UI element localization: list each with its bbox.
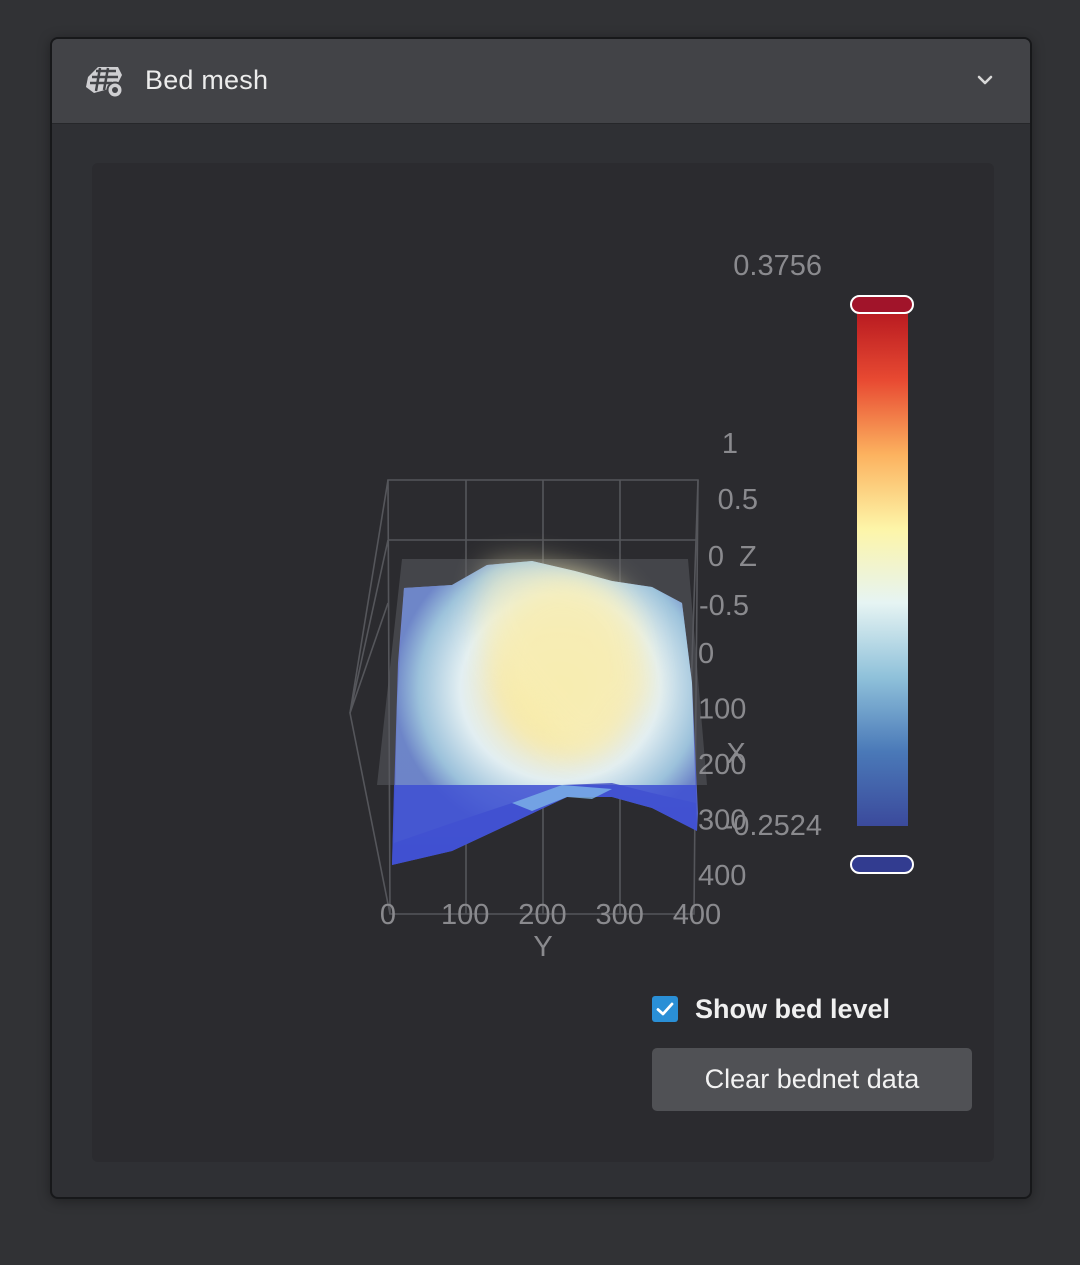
x-axis: 0100200300400 X <box>698 638 746 892</box>
z-tick-label: 0.5 <box>718 484 758 516</box>
x-tick-label: 400 <box>698 860 746 892</box>
x-tick-label: 100 <box>698 694 746 726</box>
bed-mesh-card: Bed mesh 0 100 200 300 400 Y 0 100 200 3… <box>50 37 1032 1199</box>
z-tick-label: -0.5 <box>699 590 749 622</box>
y-axis-label: Y <box>533 931 552 963</box>
colorbar-min-label: -0.2524 <box>724 810 822 842</box>
clear-bednet-data-button[interactable]: Clear bednet data <box>652 1048 972 1111</box>
z-tick-label: 1 <box>722 428 738 460</box>
x-tick-label: 0 <box>698 638 714 670</box>
show-bed-level-checkbox[interactable] <box>652 996 678 1022</box>
chevron-down-icon[interactable] <box>976 73 994 87</box>
bed-mesh-plot-area: 0 100 200 300 400 Y 0 100 200 300 400 X 1 0.5 0 -0.… <box>92 163 994 1162</box>
bed-mesh-gear-icon <box>86 67 124 99</box>
y-tick-label: 100 <box>441 899 489 931</box>
show-bed-level-label: Show bed level <box>695 993 891 1024</box>
colorbar-max-handle[interactable] <box>850 295 914 314</box>
checkmark-icon <box>656 1002 674 1016</box>
colorbar-min-handle[interactable] <box>850 855 914 874</box>
panel-title: Bed mesh <box>145 65 269 95</box>
card-header[interactable]: Bed mesh <box>52 39 1030 124</box>
y-tick-label: 0 <box>380 899 396 931</box>
colorbar-scale <box>857 306 908 826</box>
colorbar-max-label: 0.3756 <box>733 250 822 282</box>
z-tick-label: 0 <box>708 541 724 573</box>
y-tick-label: 200 <box>518 899 566 931</box>
z-axis-label: Z <box>739 541 757 573</box>
show-bed-level-toggle[interactable]: Show bed level <box>652 992 890 1026</box>
x-axis-label: X <box>726 738 745 770</box>
bed-mesh-surface <box>392 561 698 865</box>
y-axis: 0 100 200 300 400 Y <box>380 899 721 963</box>
y-tick-label: 400 <box>673 899 721 931</box>
z-axis: 1 0.5 0 -0.5 Z <box>699 428 758 622</box>
y-tick-label: 300 <box>596 899 644 931</box>
